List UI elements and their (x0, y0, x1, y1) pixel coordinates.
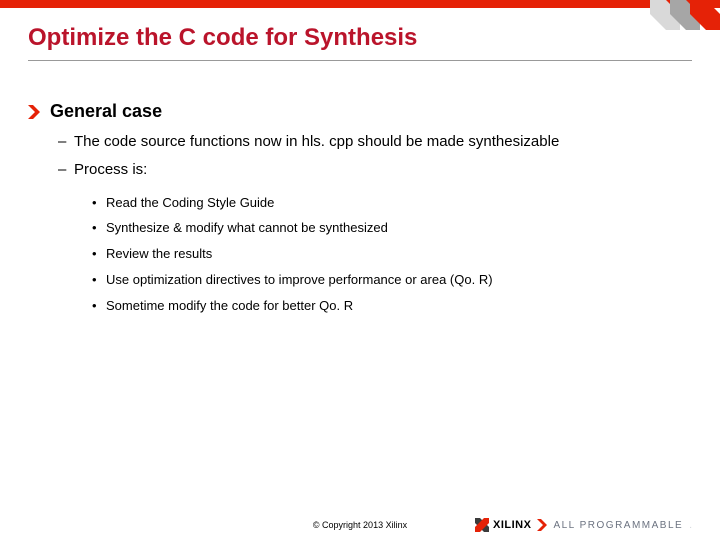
brand-block: XILINX ALL PROGRAMMABLE . (475, 518, 692, 532)
corner-chevrons-icon (650, 0, 720, 30)
copyright-text: © Copyright 2013 Xilinx (313, 520, 407, 530)
list-item: Process is: (58, 160, 692, 180)
list-item: Use optimization directives to improve p… (92, 272, 692, 289)
slide-title: Optimize the C code for Synthesis (0, 8, 720, 60)
footer: © Copyright 2013 Xilinx XILINX ALL PROGR… (0, 518, 720, 532)
slogan-period: . (689, 520, 692, 531)
section-heading-row: General case (28, 101, 692, 122)
chevron-divider-icon (537, 519, 547, 531)
secondary-bullet-list: Read the Coding Style Guide Synthesize &… (28, 195, 692, 315)
top-accent-bar (0, 0, 720, 8)
primary-bullet-list: The code source functions now in hls. cp… (28, 132, 692, 181)
chevron-bullet-icon (28, 105, 42, 119)
title-underline (28, 60, 692, 61)
brand-name: XILINX (493, 519, 531, 531)
list-item: Read the Coding Style Guide (92, 195, 692, 212)
list-item: The code source functions now in hls. cp… (58, 132, 692, 152)
list-item: Synthesize & modify what cannot be synth… (92, 220, 692, 237)
slide-content: General case The code source functions n… (0, 101, 720, 315)
brand-slogan: ALL PROGRAMMABLE (553, 520, 683, 531)
xilinx-mark-icon (475, 518, 489, 532)
section-heading: General case (50, 101, 162, 122)
list-item: Sometime modify the code for better Qo. … (92, 298, 692, 315)
xilinx-logo: XILINX (475, 518, 531, 532)
list-item: Review the results (92, 246, 692, 263)
